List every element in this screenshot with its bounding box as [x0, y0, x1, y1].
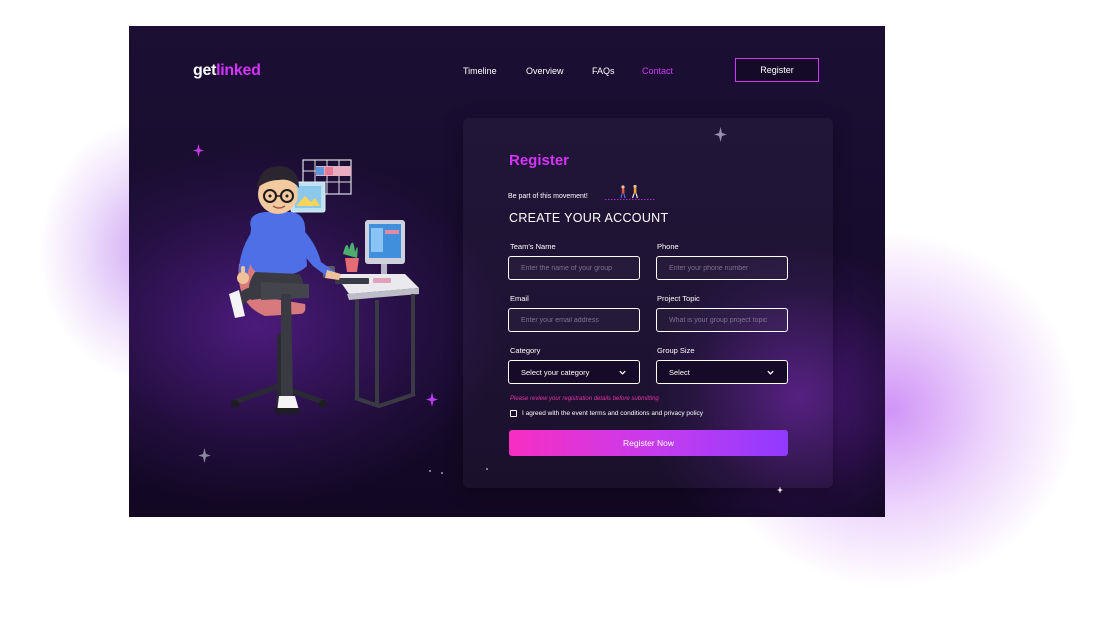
terms-text: I agreed with the event terms and condit… — [522, 410, 704, 417]
logo-text-linked: linked — [216, 62, 261, 79]
email-label: Email — [510, 294, 529, 303]
decor-dot — [441, 472, 443, 474]
sparkle-star-icon — [426, 392, 438, 407]
logo[interactable]: getlinked — [193, 62, 261, 80]
project-topic-label: Project Topic — [657, 294, 700, 303]
team-name-input[interactable] — [508, 256, 640, 280]
team-name-label: Team's Name — [510, 242, 556, 251]
sparkle-star-icon — [193, 144, 204, 157]
category-select-value: Select your category — [521, 367, 590, 377]
chevron-down-icon — [619, 370, 626, 375]
nav-timeline[interactable]: Timeline — [463, 66, 497, 76]
form-subtitle: Be part of this movement! — [508, 193, 588, 200]
group-size-label: Group Size — [657, 346, 695, 355]
registration-card: Register Be part of this movement! CREAT… — [463, 118, 833, 488]
review-warning-text: Please review your registration details … — [510, 396, 659, 402]
email-input[interactable] — [508, 308, 640, 332]
category-label: Category — [510, 346, 541, 355]
nav-overview[interactable]: Overview — [526, 66, 564, 76]
terms-agreement: I agreed with the event terms and condit… — [510, 410, 703, 417]
nav-contact[interactable]: Contact — [642, 66, 673, 76]
sparkle-star-icon — [714, 127, 727, 142]
form-heading: CREATE YOUR ACCOUNT — [509, 211, 669, 225]
walking-people-icon — [605, 184, 655, 200]
decor-dot — [486, 468, 488, 470]
register-now-button[interactable]: Register Now — [509, 430, 788, 456]
sparkle-star-icon — [198, 448, 211, 463]
sparkle-star-icon — [777, 486, 783, 494]
logo-text-get: get — [193, 62, 217, 79]
nav-register-button[interactable]: Register — [735, 58, 819, 82]
project-topic-input[interactable] — [656, 308, 788, 332]
category-select[interactable]: Select your category — [508, 360, 640, 384]
phone-input[interactable] — [656, 256, 788, 280]
developer-at-desk-illustration — [229, 159, 419, 414]
group-size-select-value: Select — [669, 367, 690, 377]
phone-label: Phone — [657, 242, 679, 251]
decor-dot — [429, 470, 431, 472]
page-frame: getlinked Timeline Overview FAQs Contact… — [129, 26, 885, 517]
group-size-select[interactable]: Select — [656, 360, 788, 384]
form-title: Register — [509, 152, 570, 169]
terms-checkbox[interactable] — [510, 410, 517, 417]
nav-faqs[interactable]: FAQs — [592, 66, 615, 76]
chevron-down-icon — [767, 370, 774, 375]
